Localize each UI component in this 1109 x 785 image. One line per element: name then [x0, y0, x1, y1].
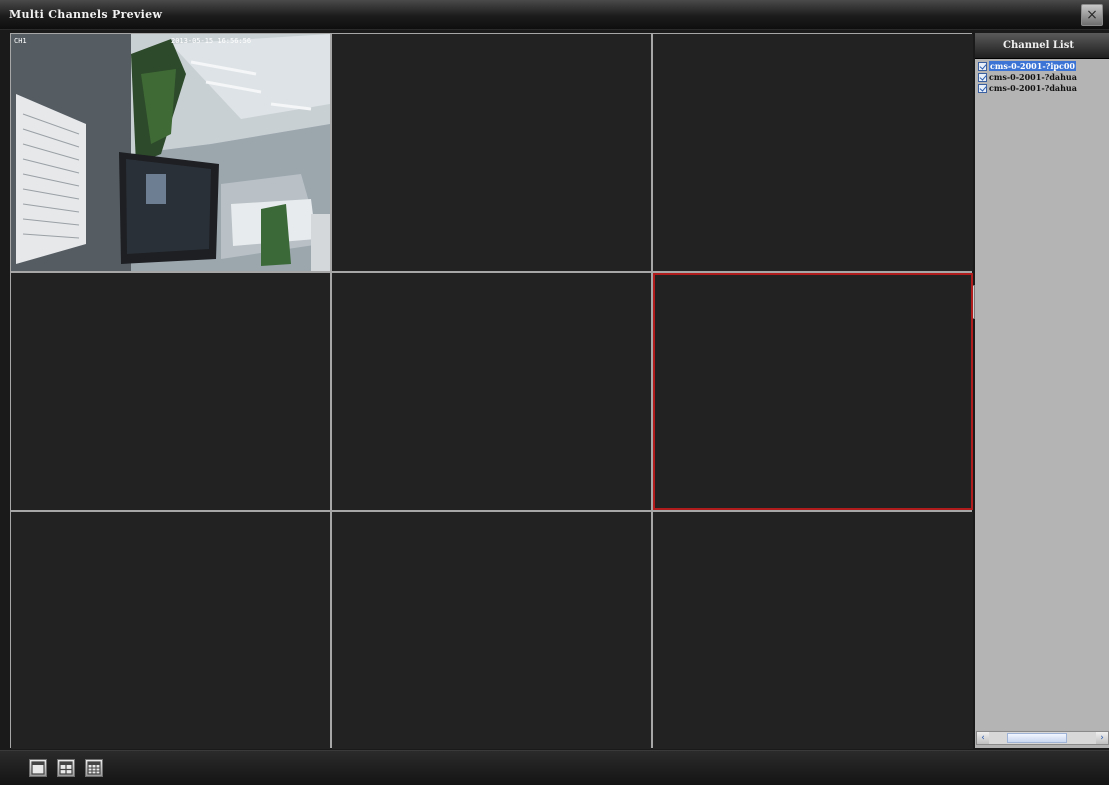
window-title: Multi Channels Preview	[9, 8, 163, 21]
scroll-right-icon[interactable]: ›	[1096, 732, 1108, 744]
close-icon: ×	[1086, 7, 1098, 23]
single-view-button[interactable]	[29, 759, 47, 777]
video-cell-7[interactable]	[11, 512, 330, 749]
quad-view-button[interactable]	[57, 759, 75, 777]
channel-label: CH1	[14, 37, 27, 45]
checkbox-icon[interactable]	[978, 61, 987, 71]
channel-item-label: cms-0-2001-?ipc00	[989, 61, 1076, 71]
scroll-left-icon[interactable]: ‹	[977, 732, 989, 744]
video-cell-4[interactable]	[11, 273, 330, 510]
video-cell-5[interactable]	[332, 273, 651, 510]
channel-item-label: cms-0-2001-?dahua	[989, 72, 1077, 82]
video-cell-6-selected[interactable]	[653, 273, 973, 510]
video-cell-8[interactable]	[332, 512, 651, 749]
video-cell-3[interactable]	[653, 34, 973, 271]
quad-view-icon	[59, 761, 73, 775]
channel-grid: CH1 2013-05-15 16:56:56	[10, 33, 973, 749]
camera-timestamp: 2013-05-15 16:56:56	[171, 37, 252, 45]
close-button[interactable]: ×	[1081, 4, 1103, 26]
video-cell-2[interactable]	[332, 34, 651, 271]
channel-tree: cms-0-2001-?ipc00 cms-0-2001-?dahua cms-…	[975, 60, 1109, 730]
checkbox-icon[interactable]	[978, 83, 987, 93]
scroll-thumb[interactable]	[1007, 733, 1067, 743]
video-cell-9[interactable]	[653, 512, 973, 749]
channel-list-header: Channel List	[975, 33, 1109, 59]
single-view-icon	[31, 761, 45, 775]
channel-item-label: cms-0-2001-?dahua	[989, 83, 1077, 93]
horizontal-scrollbar[interactable]: ‹ ›	[976, 731, 1109, 745]
nine-view-button[interactable]	[85, 759, 103, 777]
channel-item[interactable]: cms-0-2001-?dahua	[975, 72, 1109, 82]
channel-item[interactable]: cms-0-2001-?ipc00	[975, 61, 1109, 71]
camera-overlay: CH1 2013-05-15 16:56:56	[11, 34, 330, 271]
title-bar: Multi Channels Preview ×	[0, 0, 1109, 30]
checkbox-icon[interactable]	[978, 72, 987, 82]
channel-list-panel: Channel List cms-0-2001-?ipc00 cms-0-200…	[975, 33, 1109, 748]
video-cell-1[interactable]: CH1 2013-05-15 16:56:56	[11, 34, 330, 271]
layout-toolbar	[0, 750, 1109, 785]
channel-item[interactable]: cms-0-2001-?dahua	[975, 83, 1109, 93]
preview-area: CH1 2013-05-15 16:56:56	[10, 33, 973, 749]
channel-list-title: Channel List	[1003, 40, 1074, 51]
nine-view-icon	[87, 761, 101, 775]
